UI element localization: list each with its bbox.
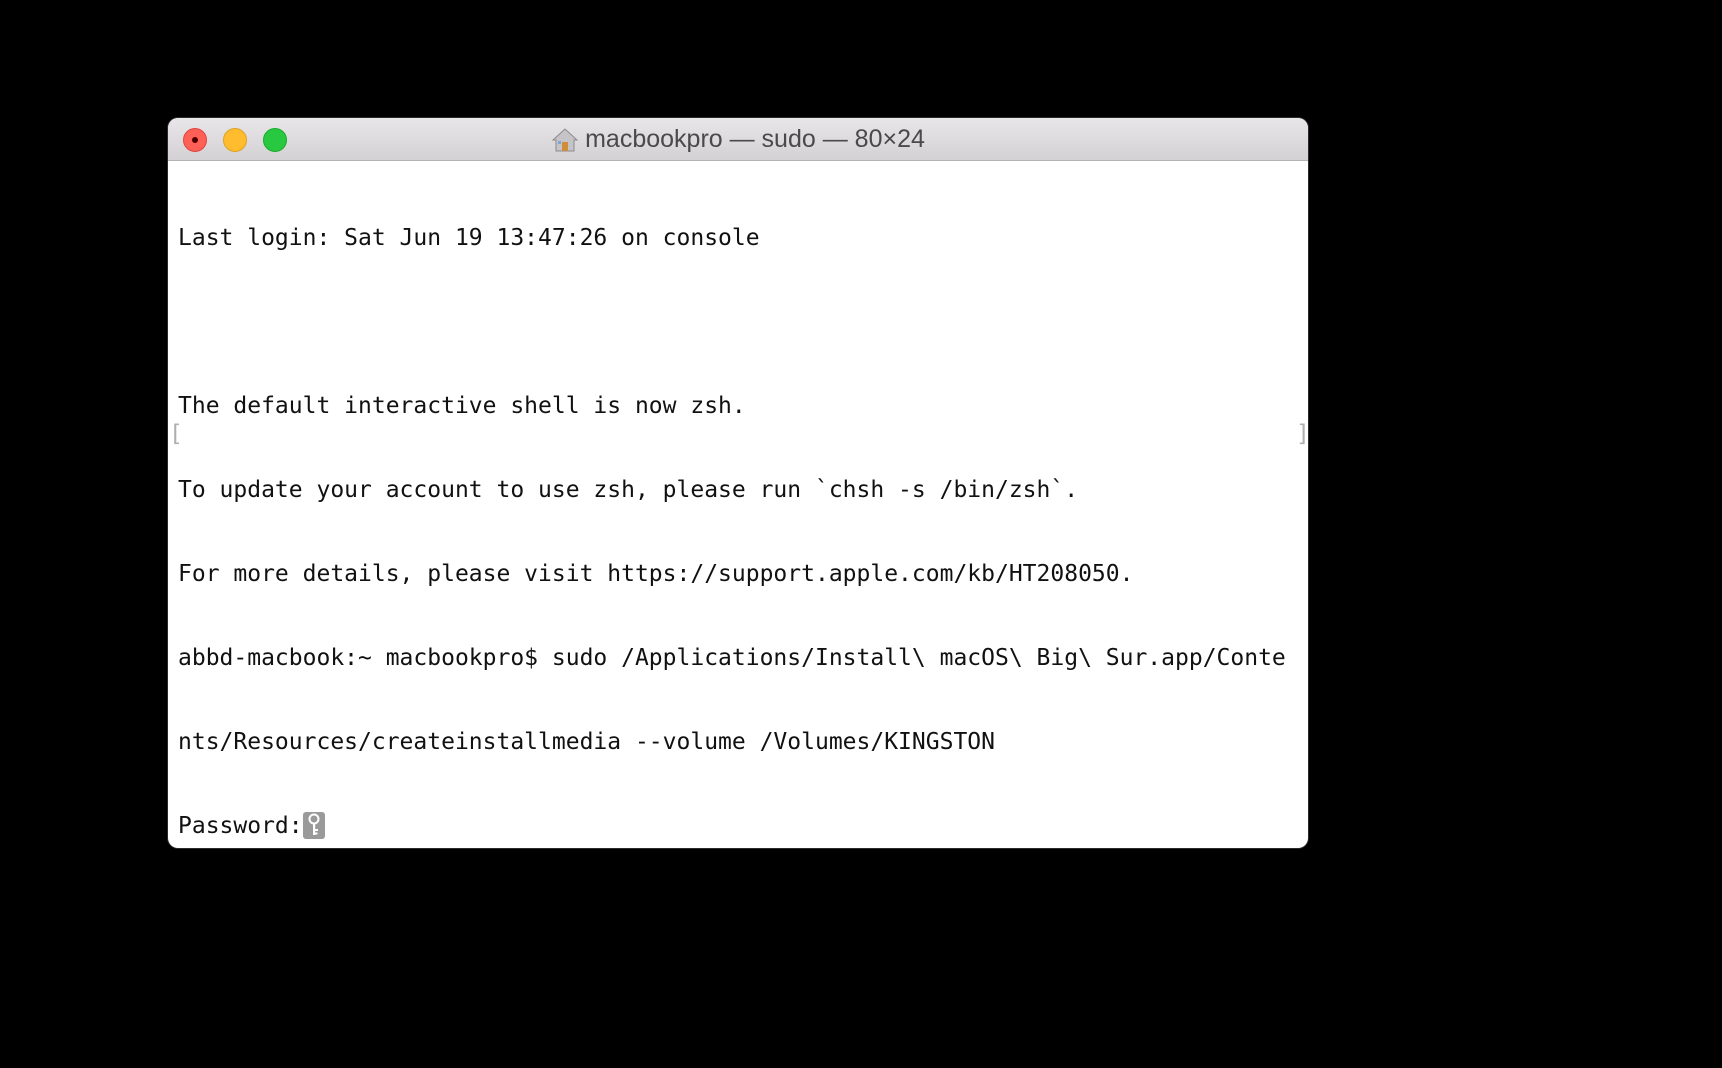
terminal-line: Last login: Sat Jun 19 13:47:26 on conso… xyxy=(178,225,760,251)
terminal-window: macbookpro — sudo — 80×24 Last login: Sa… xyxy=(168,118,1308,848)
terminal-line: abbd-macbook:~ macbookpro$ sudo /Applica… xyxy=(178,645,1286,671)
window-title-container: macbookpro — sudo — 80×24 xyxy=(168,118,1308,161)
line-left-bracket: [ xyxy=(169,421,183,447)
line-right-bracket: ] xyxy=(1296,420,1308,448)
password-prompt-label: Password: xyxy=(178,813,303,839)
terminal-output[interactable]: Last login: Sat Jun 19 13:47:26 on conso… xyxy=(178,168,1303,848)
key-icon xyxy=(302,812,325,839)
terminal-line: nts/Resources/createinstallmedia --volum… xyxy=(178,729,995,755)
password-prompt-line[interactable]: Password: xyxy=(178,812,1303,840)
terminal-line: The default interactive shell is now zsh… xyxy=(178,393,746,419)
home-folder-icon xyxy=(551,126,579,154)
terminal-line: To update your account to use zsh, pleas… xyxy=(178,477,1079,503)
title-bar[interactable]: macbookpro — sudo — 80×24 xyxy=(168,118,1308,161)
terminal-line: For more details, please visit https://s… xyxy=(178,561,1134,587)
window-title: macbookpro — sudo — 80×24 xyxy=(585,125,925,153)
